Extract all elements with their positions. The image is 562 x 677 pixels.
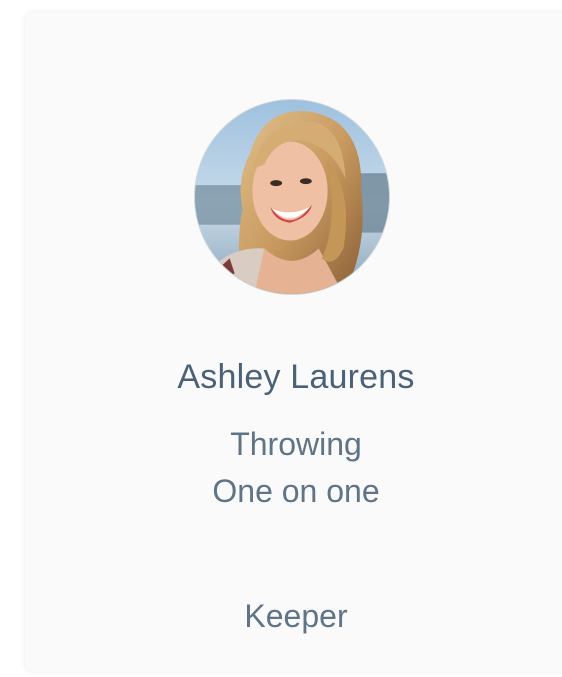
- avatar-photo: [195, 100, 389, 294]
- skill-throwing: Throwing: [230, 426, 362, 462]
- skill-one-on-one: One on one: [212, 473, 380, 509]
- viewport: Ashley Laurens Throwing One on one Keepe…: [0, 0, 562, 677]
- player-name: Ashley Laurens: [177, 358, 415, 396]
- player-role: Keeper: [244, 598, 348, 634]
- avatar: [194, 99, 390, 295]
- page: Ashley Laurens Throwing One on one Keepe…: [0, 0, 562, 677]
